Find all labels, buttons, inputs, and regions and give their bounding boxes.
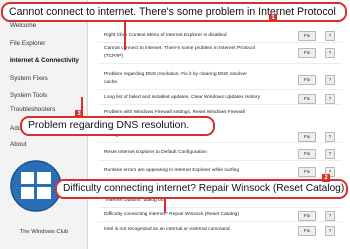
sidebar-item-file-explorer[interactable]: File Explorer [10, 40, 45, 47]
row-divider [98, 42, 342, 43]
fix-button[interactable]: Fix [298, 132, 316, 142]
help-button[interactable]: ? [325, 75, 335, 85]
fix-text-not-recognized: Intel is not recognized as an internal o… [104, 227, 230, 232]
callout-winsock: Difficulty connecting internet? Repair W… [55, 179, 348, 199]
callout-1-connector [124, 21, 126, 50]
row-divider [98, 63, 342, 64]
fix-text-updates-history: Long list of failed and installed update… [104, 95, 261, 100]
help-button[interactable]: ? [325, 94, 335, 104]
fix-button[interactable]: Fix [298, 94, 316, 104]
fix-text-firewall: Problem with Windows Firewall settings. … [104, 110, 245, 115]
sidebar-item-internet-connectivity[interactable]: Internet & Connectivity [10, 57, 79, 64]
help-button[interactable]: ? [325, 211, 335, 221]
sidebar-item-system-fixes[interactable]: System Fixes [10, 75, 48, 82]
fix-button[interactable]: Fix [298, 31, 316, 41]
sidebar-item-system-tools[interactable]: System Tools [10, 92, 47, 99]
row-divider [98, 142, 342, 143]
fix-button[interactable]: Fix [298, 48, 316, 58]
row-divider [98, 207, 342, 208]
row-divider [98, 89, 342, 90]
row-divider [98, 177, 342, 178]
fix-text-tcpip: Cannot connect to internet. There's some… [104, 46, 255, 51]
sidebar-item-troubleshooters[interactable]: Troubleshooters [10, 106, 55, 113]
club-name: The Windows Club [19, 229, 69, 235]
fix-text-context-menu: Right Click Context Menu of Internet Exp… [104, 33, 227, 38]
fix-button[interactable]: Fix [298, 75, 316, 85]
callout-2-badge: 2 [322, 174, 330, 182]
help-button[interactable]: ? [325, 132, 335, 142]
callout-3-badge: 3 [75, 110, 83, 118]
help-button[interactable]: ? [325, 48, 335, 58]
fix-text-dns: Problem regarding DNS resolution. Fix it… [104, 72, 247, 77]
callout-1-badge: 1 [269, 14, 277, 22]
help-button[interactable]: ? [325, 31, 335, 41]
fix-button[interactable]: Fix [298, 226, 316, 236]
help-button[interactable]: ? [325, 149, 335, 159]
fix-text-runtime-errors: Runtime errors are appearing in Internet… [104, 168, 240, 173]
fix-text-reset-ie: Reset Internet Explorer to Default Confi… [104, 150, 208, 155]
fix-text-dns-line2: cache. [104, 80, 119, 85]
callout-dns: Problem regarding DNS resolution. [20, 116, 215, 136]
fix-text-tcpip-line2: (TCP/IP) [104, 54, 124, 59]
fix-text-winsock: Difficulty connecting internet? Repair W… [104, 212, 240, 217]
help-button[interactable]: ? [325, 226, 335, 236]
row-divider [98, 221, 342, 222]
fix-button[interactable]: Fix [298, 211, 316, 221]
fix-button[interactable]: Fix [298, 167, 316, 177]
row-divider [98, 160, 342, 161]
row-divider [98, 104, 342, 105]
sidebar-item-about[interactable]: About [10, 141, 26, 148]
sidebar-item-welcome[interactable]: Welcome [10, 22, 36, 29]
fix-button[interactable]: Fix [298, 149, 316, 159]
callout-tcpip: Cannot connect to internet. There's some… [1, 2, 347, 22]
